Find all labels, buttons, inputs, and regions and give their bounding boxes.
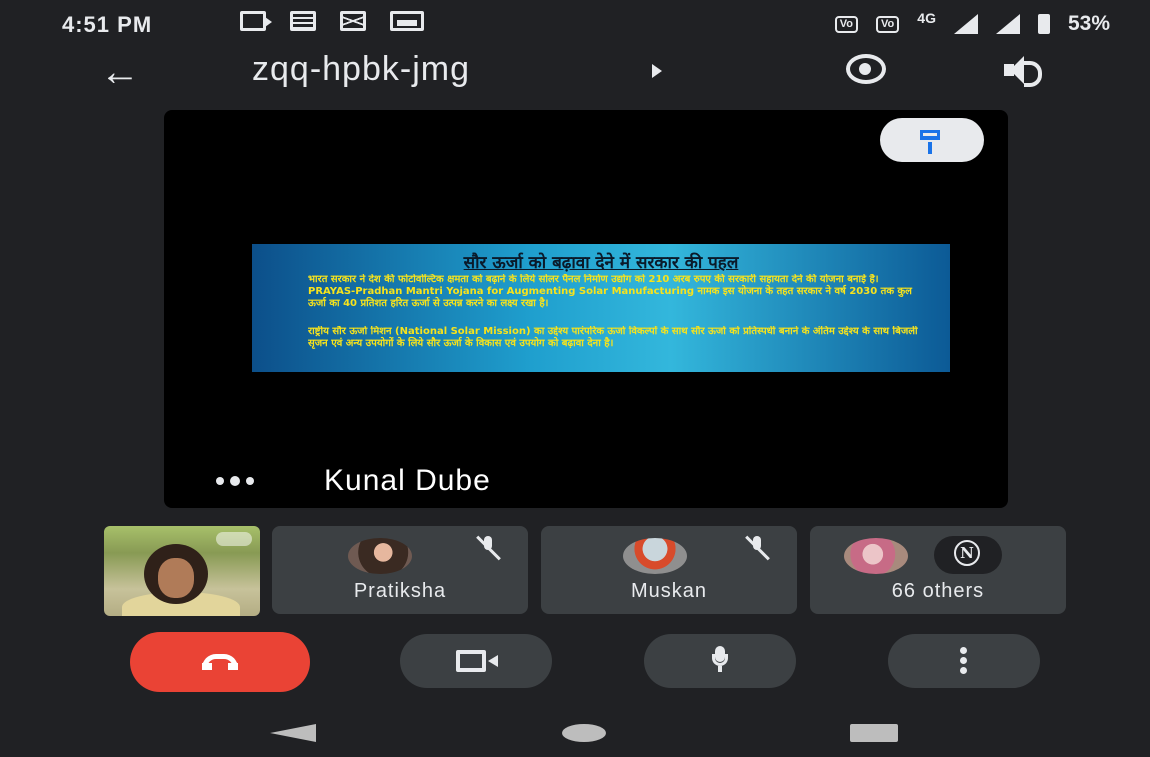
pin-icon xyxy=(920,130,940,140)
pin-button[interactable] xyxy=(880,118,984,162)
gallery-icon xyxy=(390,11,424,31)
camera-toggle-button[interactable] xyxy=(400,634,552,688)
mail-icon xyxy=(340,11,366,31)
battery-percent: 53% xyxy=(1067,12,1110,35)
participant-tile[interactable]: Muskan xyxy=(541,526,797,614)
others-count: 66 others xyxy=(891,580,985,602)
end-call-icon xyxy=(202,654,238,670)
slide-title: सौर ऊर्जा को बढ़ावा देने में सरकार की पह… xyxy=(463,253,739,273)
signal-icon xyxy=(953,14,978,34)
nav-back-icon[interactable] xyxy=(270,724,316,742)
volte-icon: Vo xyxy=(834,15,859,33)
back-arrow-icon[interactable]: ← xyxy=(100,52,154,92)
system-nav-bar xyxy=(0,710,1150,757)
main-video-tile[interactable]: सौर ऊर्जा को बढ़ावा देने में सरकार की पह… xyxy=(164,110,1008,508)
chevron-right-icon[interactable] xyxy=(652,64,662,78)
speaker-icon[interactable] xyxy=(1004,56,1044,87)
volte-icon: Vo xyxy=(876,15,900,33)
shared-presentation: सौर ऊर्जा को बढ़ावा देने में सरकार की पह… xyxy=(252,244,950,372)
participant-name: Pratiksha xyxy=(353,580,447,602)
microphone-toggle-button[interactable] xyxy=(644,634,796,688)
self-video xyxy=(144,544,208,604)
avatar xyxy=(623,538,687,574)
mic-off-icon xyxy=(474,534,502,562)
meeting-code[interactable]: zqq-hpbk-jmg xyxy=(252,50,470,89)
more-options-button[interactable] xyxy=(888,634,1040,688)
status-bar: 4:51 PM Vo Vo 4G 53% xyxy=(0,0,1150,48)
self-view-tile[interactable] xyxy=(104,526,260,616)
badge-letter: N xyxy=(954,540,980,566)
network-type: 4G xyxy=(917,10,936,26)
camera-icon xyxy=(456,650,498,672)
avatar xyxy=(348,538,412,574)
end-call-button[interactable] xyxy=(130,632,310,692)
slide-paragraph: राष्ट्रीय सौर ऊर्जा मिशन (National Solar… xyxy=(308,326,918,349)
audio-activity-icon xyxy=(216,474,268,488)
document-icon xyxy=(290,11,316,31)
status-time: 4:51 PM xyxy=(62,12,153,37)
meet-call-screen: 4:51 PM Vo Vo 4G 53% ← zqq-hpbk-jmg सौर … xyxy=(0,0,1150,757)
video-call-icon xyxy=(240,11,272,31)
nav-home-icon[interactable] xyxy=(562,724,606,742)
speaker-name: Kunal Dube xyxy=(324,464,491,497)
more-options-icon[interactable] xyxy=(216,532,252,546)
participant-tile[interactable]: Pratiksha xyxy=(272,526,528,614)
status-indicators: Vo Vo 4G 53% xyxy=(834,10,1110,36)
battery-icon xyxy=(1037,14,1050,34)
notification-icons xyxy=(240,11,424,31)
mic-off-icon xyxy=(743,534,771,562)
slide-paragraph: भारत सरकार ने देश की फोटोवोल्टिक क्षमता … xyxy=(308,274,912,309)
participant-name: Muskan xyxy=(630,580,708,602)
avatar xyxy=(844,538,908,574)
others-tile[interactable]: N 66 others xyxy=(810,526,1066,614)
switch-camera-icon[interactable] xyxy=(846,54,886,84)
nav-recents-icon[interactable] xyxy=(850,724,898,742)
microphone-icon xyxy=(712,646,728,672)
more-options-icon xyxy=(960,647,968,675)
top-app-bar: ← zqq-hpbk-jmg xyxy=(0,48,1150,98)
signal-icon xyxy=(995,14,1020,34)
participant-badge: N xyxy=(934,536,1002,574)
